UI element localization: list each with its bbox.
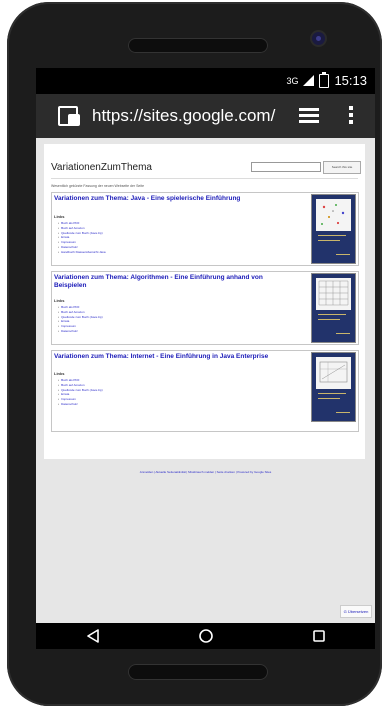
card-title[interactable]: Variationen zum Thema: Algorithmen - Ein…: [54, 274, 274, 290]
book-card-java: Variationen zum Thema: Java - Eine spiel…: [51, 192, 359, 266]
browser-url-bar: https://sites.google.com/: [36, 94, 375, 138]
card-title[interactable]: Variationen zum Thema: Internet - Eine E…: [54, 353, 274, 361]
recents-button[interactable]: [262, 623, 375, 649]
search-input[interactable]: [251, 162, 321, 172]
links-heading: Links: [54, 214, 65, 219]
book-card-internet: Variationen zum Thema: Internet - Eine E…: [51, 350, 359, 432]
web-page: VariationenZumThema Search this site Wes…: [44, 144, 365, 459]
search-button[interactable]: Search this site: [323, 161, 361, 174]
book-cover[interactable]: [311, 273, 356, 343]
earpiece-speaker: [128, 38, 268, 53]
list-item[interactable]: Datenschutz: [58, 329, 103, 334]
page-notice: Wesentlich gekürzte Fassung der neuen We…: [51, 184, 145, 188]
card-title[interactable]: Variationen zum Thema: Java - Eine spiel…: [54, 195, 274, 203]
signal-icon: [303, 75, 315, 86]
list-item[interactable]: Handbuch Klassenübersicht Java: [58, 250, 106, 255]
home-button[interactable]: [149, 623, 262, 649]
site-title[interactable]: VariationenZumThema: [51, 162, 152, 173]
header-divider: [51, 178, 358, 179]
book-cover[interactable]: [311, 352, 356, 422]
network-type: 3G: [286, 75, 299, 86]
site-info-icon[interactable]: [58, 106, 80, 126]
page-footer-links[interactable]: Anmelden | Aktuelle Seitenaktivität | Mi…: [36, 470, 375, 474]
front-camera: [312, 32, 325, 45]
android-nav-bar: [36, 623, 375, 649]
overflow-menu-icon[interactable]: [349, 106, 353, 126]
book-card-algorithmen: Variationen zum Thema: Algorithmen - Ein…: [51, 271, 359, 345]
tabs-icon[interactable]: [299, 108, 319, 124]
back-icon: [86, 629, 99, 643]
recents-icon: [312, 630, 325, 642]
bottom-speaker: [128, 664, 268, 680]
battery-icon: [319, 71, 330, 88]
book-cover[interactable]: [311, 194, 356, 264]
translate-button[interactable]: G Übersetzen: [340, 605, 372, 618]
list-item[interactable]: Datenschutz: [58, 402, 103, 407]
clock: 15:13: [334, 73, 367, 88]
home-icon: [198, 629, 213, 643]
phone-frame: 3G 15:13 https://sites.google.com/ Varia…: [7, 2, 382, 706]
url-field[interactable]: https://sites.google.com/: [92, 106, 275, 126]
back-button[interactable]: [36, 623, 149, 649]
links-list: Buch als PDF Buch auf Amazon Quellcode z…: [58, 221, 106, 255]
phone-screen: 3G 15:13 https://sites.google.com/ Varia…: [36, 68, 375, 623]
status-bar: 3G 15:13: [36, 68, 375, 94]
links-list: Buch als PDF Buch auf Amazon Quellcode z…: [58, 378, 103, 407]
links-heading: Links: [54, 298, 65, 303]
links-list: Buch als PDF Buch auf Amazon Quellcode z…: [58, 305, 103, 334]
links-heading: Links: [54, 371, 65, 376]
